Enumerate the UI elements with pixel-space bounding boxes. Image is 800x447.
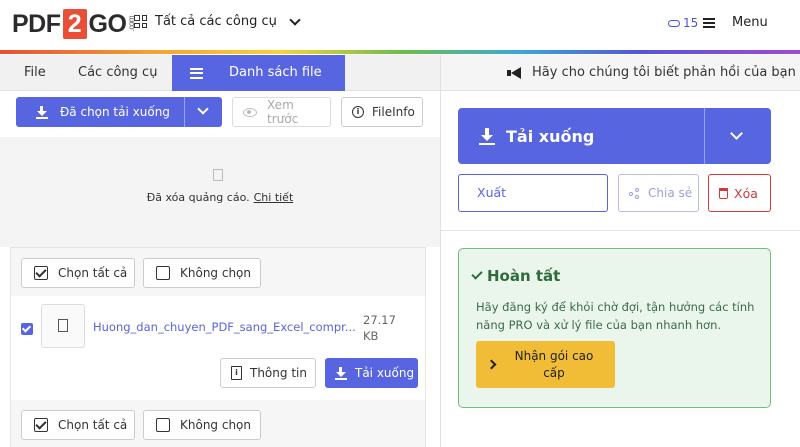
download-icon (335, 366, 347, 380)
all-tools-label: Tất cả các công cụ (155, 14, 277, 29)
ad-text: Đã xóa quảng cáo. (146, 191, 250, 204)
chevron-right-icon (486, 359, 497, 370)
completion-panel: Hoàn tất Hãy đăng ký để khỏi chờ đợi, tậ… (458, 248, 771, 408)
share-label: Chia sẻ (648, 186, 693, 200)
megaphone-icon (507, 67, 522, 79)
download-icon (479, 127, 495, 145)
hamburger-icon[interactable] (703, 18, 715, 28)
right-separator (441, 230, 800, 231)
panel-divider (440, 55, 441, 447)
tab-file-list-label: Danh sách file (229, 65, 322, 80)
get-premium-label: Nhận gói cao cấp (514, 348, 594, 380)
download-selected-label: Đã chọn tải xuống (60, 105, 170, 119)
pdf2go-logo[interactable]: PDF 2 GO .com (12, 8, 136, 40)
select-all-button[interactable]: Chọn tất cả (21, 258, 135, 288)
split-divider (184, 97, 185, 127)
tab-file-list[interactable]: Danh sách file (172, 55, 345, 91)
trash-icon (719, 187, 728, 199)
select-none-button[interactable]: Không chọn (143, 410, 261, 440)
get-premium-button[interactable]: Nhận gói cao cấp (476, 341, 615, 388)
file-row: Huong_dan_chuyen_PDF_sang_Excel_compr...… (11, 296, 425, 400)
ad-icon (213, 169, 223, 181)
chevron-down-icon[interactable] (197, 103, 209, 115)
all-tools-menu[interactable]: Tất cả các công cụ (134, 13, 301, 29)
checkbox-empty-icon (156, 418, 170, 432)
select-none-label: Không chọn (180, 418, 252, 432)
grid-icon (134, 15, 147, 28)
left-tab-bar: File Các công cụ Danh sách file (0, 55, 440, 91)
ad-notice: Đã xóa quảng cáo. Chi tiết (0, 191, 440, 204)
file-name-link[interactable]: Huong_dan_chuyen_PDF_sang_Excel_compr... (93, 320, 355, 334)
logo-two: 2 (62, 9, 87, 39)
eye-icon (243, 107, 257, 117)
fileinfo-button[interactable]: i FileInfo (341, 97, 423, 127)
checkbox-checked-icon (34, 418, 48, 432)
checkbox-empty-icon (156, 266, 170, 280)
ad-placeholder: Đã xóa quảng cáo. Chi tiết (0, 137, 440, 247)
completion-title-text: Hoàn tất (487, 267, 561, 285)
menu-button[interactable]: Menu (732, 15, 768, 30)
select-none-button[interactable]: Không chọn (143, 258, 261, 288)
delete-button[interactable]: Xóa (708, 174, 771, 212)
feedback-label: Hãy cho chúng tôi biết phản hồi của bạn (532, 65, 796, 80)
selection-row-top: Chọn tất cả Không chọn (11, 248, 425, 296)
select-all-button[interactable]: Chọn tất cả (21, 410, 135, 440)
check-icon (471, 268, 483, 280)
share-icon (629, 187, 640, 199)
credit-icon (668, 19, 680, 27)
share-button[interactable]: Chia sẻ (618, 174, 699, 212)
document-icon (58, 319, 68, 332)
file-size: 27.17 KB (363, 313, 396, 343)
fileinfo-label: FileInfo (372, 105, 415, 119)
ad-details-link[interactable]: Chi tiết (254, 191, 294, 204)
list-icon (190, 67, 203, 79)
top-header: PDF 2 GO .com Tất cả các công cụ 15 Menu (0, 0, 800, 50)
tab-tools[interactable]: Các công cụ (78, 55, 157, 91)
file-download-label: Tải xuống (355, 366, 415, 380)
tab-file[interactable]: File (24, 55, 46, 91)
split-divider (704, 108, 705, 164)
credits-count: 15 (683, 16, 699, 30)
file-checkbox[interactable] (21, 323, 33, 335)
preview-button[interactable]: Xem trước (232, 97, 331, 127)
rainbow-divider (0, 50, 800, 54)
select-all-label: Chọn tất cả (58, 418, 128, 432)
delete-label: Xóa (734, 185, 758, 201)
completion-title: Hoàn tất (471, 267, 561, 285)
download-icon (36, 105, 48, 119)
feedback-button[interactable]: Hãy cho chúng tôi biết phản hồi của bạn (441, 55, 800, 91)
chevron-down-icon (289, 13, 301, 26)
logo-pdf: PDF (12, 9, 61, 38)
info-document-icon: i (231, 366, 242, 380)
credits-badge[interactable]: 15 (668, 16, 698, 30)
file-list-panel: Chọn tất cả Không chọn Huong_dan_chuyen_… (10, 247, 426, 447)
select-all-label: Chọn tất cả (58, 266, 128, 280)
completion-message: Hãy đăng ký để khỏi chờ đợi, tận hưởng c… (476, 300, 755, 332)
select-none-label: Không chọn (180, 266, 252, 280)
export-button[interactable]: Xuất (458, 174, 608, 212)
preview-label: Xem trước (267, 98, 299, 126)
file-info-label: Thông tin (250, 366, 307, 380)
logo-go: GO (88, 9, 127, 38)
chevron-down-icon[interactable] (730, 127, 743, 140)
main-download-label: Tải xuống (506, 126, 595, 146)
info-icon: i (352, 106, 364, 118)
file-thumbnail (41, 304, 85, 348)
checkbox-checked-icon (34, 266, 48, 280)
selection-row-bottom: Chọn tất cả Không chọn (11, 400, 425, 447)
file-download-button[interactable]: Tải xuống (325, 358, 418, 388)
file-info-button[interactable]: i Thông tin (220, 358, 316, 388)
download-selected-button[interactable]: Đã chọn tải xuống (16, 97, 222, 127)
main-download-button[interactable]: Tải xuống (458, 108, 771, 164)
